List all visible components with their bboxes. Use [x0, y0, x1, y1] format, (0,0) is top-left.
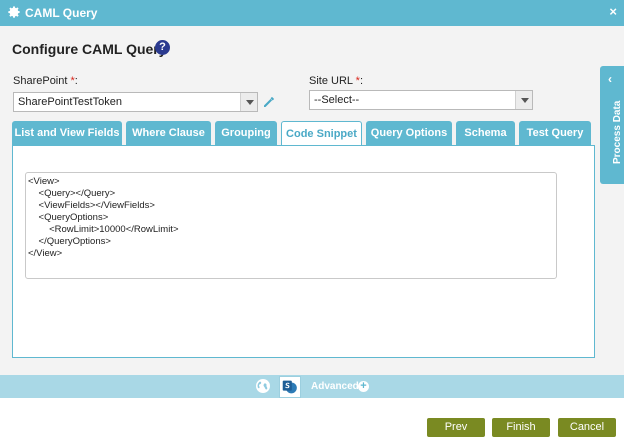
window-title: CAML Query — [25, 6, 98, 20]
globe-icon[interactable] — [255, 378, 271, 394]
pencil-icon[interactable] — [263, 96, 275, 108]
sharepoint-select[interactable]: SharePointTestToken — [13, 92, 258, 112]
process-data-label: Process Data — [612, 100, 623, 164]
site-url-label-text: Site URL — [309, 75, 356, 87]
dialog-content: Configure CAML Query ? SharePoint *: Sha… — [0, 26, 624, 375]
gear-icon — [8, 6, 20, 18]
tab-test-query[interactable]: Test Query — [519, 121, 591, 145]
advanced-bar: Advanced + — [0, 375, 624, 398]
tab-where-clause[interactable]: Where Clause — [126, 121, 211, 145]
tab-query-options[interactable]: Query Options — [366, 121, 452, 145]
chevron-left-icon[interactable]: ‹ — [608, 72, 612, 86]
site-url-select[interactable]: --Select-- — [309, 90, 533, 110]
plus-icon[interactable]: + — [358, 381, 369, 392]
cancel-button[interactable]: Cancel — [558, 418, 616, 437]
footer: Prev Finish Cancel — [0, 398, 624, 445]
sharepoint-label-text: SharePoint — [13, 75, 71, 87]
chevron-down-icon[interactable] — [515, 91, 532, 109]
chevron-down-icon[interactable] — [240, 93, 257, 111]
tab-list-and-view-fields[interactable]: List and View Fields — [12, 121, 122, 145]
code-snippet-panel: <View> <Query></Query> <ViewFields></Vie… — [12, 145, 595, 358]
sharepoint-label: SharePoint *: — [13, 75, 78, 87]
process-data-tab[interactable]: ‹ Process Data — [600, 66, 624, 184]
tab-grouping[interactable]: Grouping — [215, 121, 277, 145]
sharepoint-select-value: SharePointTestToken — [18, 96, 122, 108]
code-snippet-textarea[interactable]: <View> <Query></Query> <ViewFields></Vie… — [25, 172, 557, 279]
tab-schema[interactable]: Schema — [456, 121, 515, 145]
page-title: Configure CAML Query — [12, 41, 167, 57]
site-url-select-value: --Select-- — [314, 94, 360, 106]
label-colon: : — [74, 75, 78, 87]
finish-button[interactable]: Finish — [492, 418, 550, 437]
sharepoint-icon[interactable] — [279, 376, 301, 398]
site-url-label: Site URL *: — [309, 75, 363, 87]
title-bar: CAML Query × — [0, 0, 624, 26]
prev-button[interactable]: Prev — [427, 418, 485, 437]
advanced-label[interactable]: Advanced — [311, 381, 359, 392]
tab-code-snippet[interactable]: Code Snippet — [281, 121, 362, 146]
close-icon[interactable]: × — [609, 4, 617, 19]
help-icon[interactable]: ? — [155, 40, 170, 55]
label-colon: : — [359, 75, 364, 87]
